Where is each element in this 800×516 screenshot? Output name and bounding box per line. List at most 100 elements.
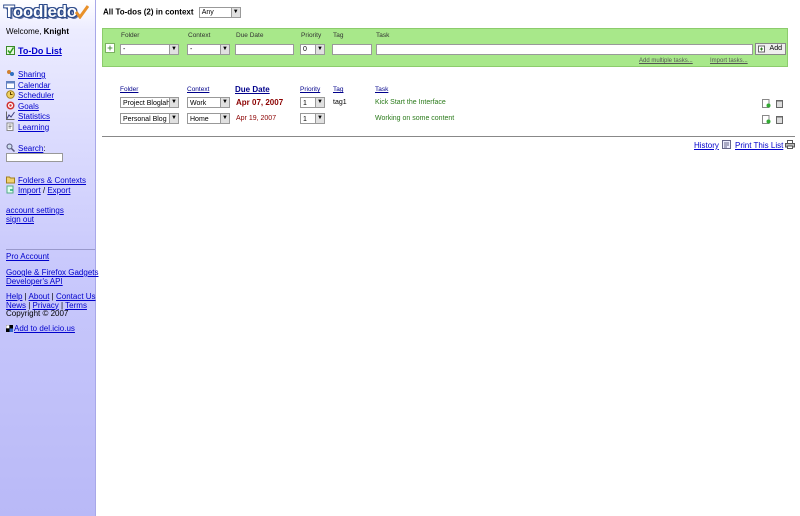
row-tag[interactable]: tag1 [333, 97, 347, 109]
col-header-tag[interactable]: Tag [333, 86, 343, 93]
row-due-date[interactable]: Apr 19, 2007 [236, 113, 276, 125]
add-task-label: Task [376, 32, 390, 39]
add-folder-select[interactable]: - ▼ [120, 44, 179, 55]
table-row: Project Bloglah ▼ Work ▼ Apr 07, 2007 1 ▼ t… [0, 97, 800, 111]
copyright: Copyright © 2007 [6, 309, 69, 318]
add-due-date-label: Due Date [236, 32, 264, 39]
nav-todo-list-link[interactable]: To-Do List [18, 46, 62, 56]
sidebar-link-sharing[interactable]: Sharing [18, 70, 46, 79]
checkbox-icon [6, 46, 15, 55]
sidebar-link-calendar[interactable]: Calendar [18, 81, 50, 90]
import-tasks-link[interactable]: Import tasks... [710, 58, 748, 64]
context-filter-select[interactable]: Any ▼ [198, 7, 241, 18]
import-export-icon [6, 185, 14, 194]
export-link[interactable]: Export [47, 186, 70, 195]
add-folder-value: - [123, 46, 126, 53]
developers-api-link[interactable]: Developer's API [6, 277, 63, 286]
add-context-select[interactable]: - ▼ [187, 44, 230, 55]
delicious-icon [6, 325, 13, 332]
row-folder-value: Personal Blog [123, 116, 167, 123]
row-task[interactable]: Kick Start the Interface [375, 97, 446, 109]
pro-account-link[interactable]: Pro Account [6, 252, 49, 261]
add-task-input[interactable] [376, 44, 753, 55]
history-icon [721, 140, 731, 149]
col-header-folder[interactable]: Folder [120, 86, 138, 93]
logo-checkmark-icon [75, 5, 89, 19]
add-note-icon[interactable] [762, 115, 771, 124]
chevron-down-icon: ▼ [220, 98, 229, 107]
pro-account-row: Pro Account [6, 252, 49, 261]
row-task[interactable]: Working on some content [375, 113, 454, 125]
delicious-link[interactable]: Add to del.icio.us [14, 324, 75, 333]
terms-link[interactable]: Terms [65, 301, 87, 310]
row-context-select[interactable]: Work ▼ [187, 97, 230, 108]
row-context-value: Work [190, 100, 207, 107]
folders-contexts-link[interactable]: Folders & Contexts [18, 176, 86, 185]
chevron-down-icon: ▼ [169, 98, 178, 107]
add-tag-input[interactable] [332, 44, 372, 55]
logo-wordmark: Toodledo [4, 2, 77, 21]
nav-todo-list[interactable]: To-Do List [6, 46, 62, 56]
chevron-down-icon: ▼ [315, 98, 324, 107]
add-priority-select[interactable]: 0 ▼ [300, 44, 325, 55]
row-context-select[interactable]: Home ▼ [187, 113, 230, 124]
search-input[interactable] [6, 153, 63, 162]
search-label-row: Search: [6, 143, 46, 153]
row-folder-select[interactable]: Personal Blog ▼ [120, 113, 179, 124]
account-block: account settings sign out [6, 206, 64, 224]
import-link[interactable]: Import [18, 186, 41, 195]
col-header-task[interactable]: Task [375, 86, 388, 93]
sidebar-item-sharing[interactable]: Sharing [6, 69, 54, 80]
row-due-date[interactable]: Apr 07, 2007 [236, 97, 283, 109]
folders-block: Folders & Contexts Import / Export [6, 175, 86, 195]
sidebar-item-folders-contexts[interactable]: Folders & Contexts [6, 175, 86, 185]
add-button[interactable]: Add [755, 43, 786, 55]
chevron-down-icon: ▼ [169, 114, 178, 123]
add-due-date-input[interactable] [235, 44, 294, 55]
add-button-label: Add [769, 45, 782, 52]
print-link[interactable]: Print This List [735, 141, 783, 150]
table-divider [102, 136, 795, 137]
history-link[interactable]: History [694, 141, 719, 150]
calendar-icon [6, 80, 15, 89]
col-header-due-date[interactable]: Due Date [235, 85, 270, 94]
row-folder-select[interactable]: Project Bloglah ▼ [120, 97, 179, 108]
page-title: All To-dos (2) in context [103, 7, 194, 17]
row-priority-select[interactable]: 1 ▼ [300, 113, 325, 124]
add-multiple-tasks-link[interactable]: Add multiple tasks... [639, 58, 693, 64]
page-header: All To-dos (2) in context Any ▼ [103, 7, 241, 18]
add-task-icon [758, 45, 765, 53]
add-note-icon[interactable] [762, 99, 771, 108]
add-context-label: Context [188, 32, 211, 39]
delete-icon[interactable] [775, 99, 784, 108]
table-row: Personal Blog ▼ Home ▼ Apr 19, 2007 1 ▼ Wor… [0, 113, 800, 127]
account-settings-link[interactable]: account settings [6, 206, 64, 215]
col-header-context[interactable]: Context [187, 86, 209, 93]
sidebar-item-calendar[interactable]: Calendar [6, 80, 54, 91]
row-priority-value: 1 [303, 100, 307, 107]
sharing-icon [7, 70, 14, 76]
sign-out-link[interactable]: sign out [6, 215, 34, 224]
col-header-priority[interactable]: Priority [300, 86, 320, 93]
delete-icon[interactable] [775, 115, 784, 124]
row-context-value: Home [190, 116, 209, 123]
chevron-down-icon: ▼ [220, 114, 229, 123]
add-context-value: - [190, 46, 193, 53]
chevron-down-icon: ▼ [315, 114, 324, 123]
row-folder-value: Project Bloglah [123, 100, 171, 107]
add-task-bar: Folder Context Due Date Priority Tag Tas… [102, 28, 788, 67]
gadgets-block: Google & Firefox Gadgets Developer's API [6, 268, 99, 286]
expand-toggle-icon[interactable] [105, 43, 115, 53]
welcome-message: Welcome, Knight [6, 27, 69, 36]
search-colon: : [43, 144, 46, 153]
search-link[interactable]: Search [18, 144, 43, 153]
history-link-row[interactable]: History [694, 140, 731, 150]
print-link-row[interactable]: Print This List [735, 140, 796, 150]
gadgets-link[interactable]: Google & Firefox Gadgets [6, 268, 99, 277]
row-priority-value: 1 [303, 116, 307, 123]
delicious-row: Add to del.icio.us [6, 324, 75, 333]
row-priority-select[interactable]: 1 ▼ [300, 97, 325, 108]
toodledo-logo[interactable]: Toodledo [4, 2, 89, 22]
chevron-down-icon: ▼ [230, 8, 240, 17]
context-filter-value: Any [201, 9, 214, 16]
